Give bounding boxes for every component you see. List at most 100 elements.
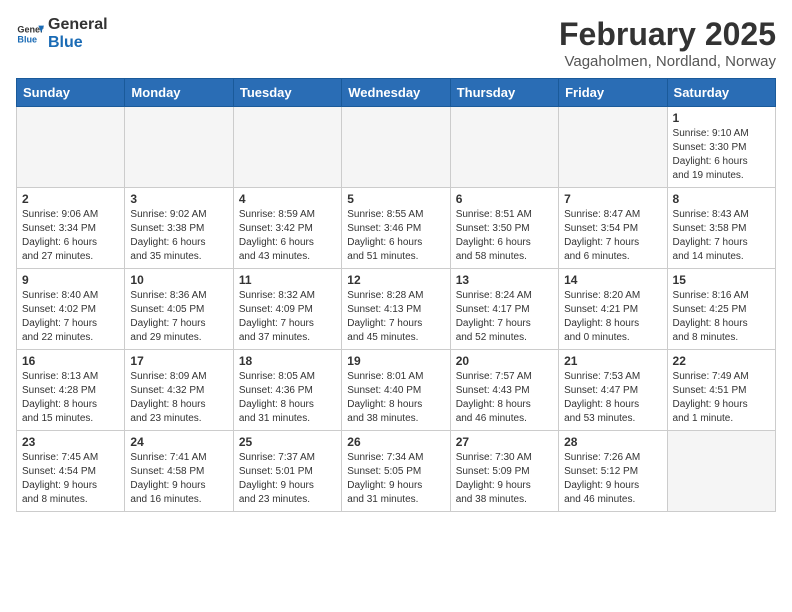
day-info: Sunrise: 8:47 AM Sunset: 3:54 PM Dayligh… — [564, 208, 661, 264]
day-number: 2 — [22, 192, 119, 206]
day-number: 13 — [456, 273, 553, 287]
day-info: Sunrise: 8:32 AM Sunset: 4:09 PM Dayligh… — [239, 289, 336, 345]
day-info: Sunrise: 8:09 AM Sunset: 4:32 PM Dayligh… — [130, 370, 227, 426]
day-info: Sunrise: 7:34 AM Sunset: 5:05 PM Dayligh… — [347, 451, 444, 507]
day-info: Sunrise: 7:37 AM Sunset: 5:01 PM Dayligh… — [239, 451, 336, 507]
calendar-cell: 9 Sunrise: 8:40 AM Sunset: 4:02 PM Daylig… — [17, 269, 125, 350]
calendar-cell: 24Sunrise: 7:41 AM Sunset: 4:58 PM Dayli… — [125, 431, 233, 512]
day-number: 23 — [22, 435, 119, 449]
day-number: 21 — [564, 354, 661, 368]
calendar-cell — [17, 107, 125, 188]
day-number: 20 — [456, 354, 553, 368]
calendar-cell — [559, 107, 667, 188]
day-number: 1 — [673, 111, 770, 125]
calendar-cell: 17 Sunrise: 8:09 AM Sunset: 4:32 PM Dayli… — [125, 350, 233, 431]
day-number: 5 — [347, 192, 444, 206]
day-number: 12 — [347, 273, 444, 287]
calendar-cell — [233, 107, 341, 188]
calendar-cell: 25Sunrise: 7:37 AM Sunset: 5:01 PM Dayli… — [233, 431, 341, 512]
header: General Blue General Blue February 2025 … — [16, 16, 776, 70]
day-info: Sunrise: 7:45 AM Sunset: 4:54 PM Dayligh… — [22, 451, 119, 507]
day-number: 11 — [239, 273, 336, 287]
day-number: 16 — [22, 354, 119, 368]
day-info: Sunrise: 8:01 AM Sunset: 4:40 PM Dayligh… — [347, 370, 444, 426]
calendar-cell: 10 Sunrise: 8:36 AM Sunset: 4:05 PM Dayli… — [125, 269, 233, 350]
day-number: 28 — [564, 435, 661, 449]
day-of-week-thursday: Thursday — [450, 79, 558, 107]
calendar-cell: 2 Sunrise: 9:06 AM Sunset: 3:34 PM Daylig… — [17, 188, 125, 269]
day-number: 4 — [239, 192, 336, 206]
week-row-5: 23 Sunrise: 7:45 AM Sunset: 4:54 PM Dayli… — [17, 431, 776, 512]
calendar-cell: 8Sunrise: 8:43 AM Sunset: 3:58 PM Daylig… — [667, 188, 775, 269]
day-number: 3 — [130, 192, 227, 206]
day-of-week-tuesday: Tuesday — [233, 79, 341, 107]
month-title: February 2025 — [559, 16, 776, 53]
day-info: Sunrise: 7:57 AM Sunset: 4:43 PM Dayligh… — [456, 370, 553, 426]
calendar-cell: 11 Sunrise: 8:32 AM Sunset: 4:09 PM Dayli… — [233, 269, 341, 350]
calendar-cell: 5 Sunrise: 8:55 AM Sunset: 3:46 PM Daylig… — [342, 188, 450, 269]
day-info: Sunrise: 9:10 AM Sunset: 3:30 PM Dayligh… — [673, 127, 770, 183]
calendar-cell — [667, 431, 775, 512]
day-number: 9 — [22, 273, 119, 287]
day-number: 27 — [456, 435, 553, 449]
logo-blue: Blue — [48, 34, 108, 52]
logo: General Blue General Blue — [16, 16, 108, 51]
day-of-week-wednesday: Wednesday — [342, 79, 450, 107]
week-row-2: 2 Sunrise: 9:06 AM Sunset: 3:34 PM Daylig… — [17, 188, 776, 269]
day-info: Sunrise: 7:26 AM Sunset: 5:12 PM Dayligh… — [564, 451, 661, 507]
calendar-cell: 19 Sunrise: 8:01 AM Sunset: 4:40 PM Dayli… — [342, 350, 450, 431]
calendar-cell: 1 Sunrise: 9:10 AM Sunset: 3:30 PM Daylig… — [667, 107, 775, 188]
day-of-week-friday: Friday — [559, 79, 667, 107]
day-info: Sunrise: 9:02 AM Sunset: 3:38 PM Dayligh… — [130, 208, 227, 264]
calendar-cell: 12 Sunrise: 8:28 AM Sunset: 4:13 PM Dayli… — [342, 269, 450, 350]
calendar-cell: 21 Sunrise: 7:53 AM Sunset: 4:47 PM Dayli… — [559, 350, 667, 431]
logo-icon: General Blue — [16, 20, 44, 48]
day-info: Sunrise: 8:20 AM Sunset: 4:21 PM Dayligh… — [564, 289, 661, 345]
calendar-cell: 22 Sunrise: 7:49 AM Sunset: 4:51 PM Dayli… — [667, 350, 775, 431]
day-info: Sunrise: 7:30 AM Sunset: 5:09 PM Dayligh… — [456, 451, 553, 507]
day-info: Sunrise: 9:06 AM Sunset: 3:34 PM Dayligh… — [22, 208, 119, 264]
day-number: 6 — [456, 192, 553, 206]
day-number: 22 — [673, 354, 770, 368]
calendar-cell — [450, 107, 558, 188]
day-info: Sunrise: 8:28 AM Sunset: 4:13 PM Dayligh… — [347, 289, 444, 345]
day-number: 26 — [347, 435, 444, 449]
day-info: Sunrise: 8:51 AM Sunset: 3:50 PM Dayligh… — [456, 208, 553, 264]
calendar-cell: 26 Sunrise: 7:34 AM Sunset: 5:05 PM Dayli… — [342, 431, 450, 512]
calendar-cell — [342, 107, 450, 188]
day-info: Sunrise: 7:49 AM Sunset: 4:51 PM Dayligh… — [673, 370, 770, 426]
day-number: 10 — [130, 273, 227, 287]
day-info: Sunrise: 8:13 AM Sunset: 4:28 PM Dayligh… — [22, 370, 119, 426]
day-number: 17 — [130, 354, 227, 368]
day-number: 18 — [239, 354, 336, 368]
day-number: 15 — [673, 273, 770, 287]
calendar-cell: 27 Sunrise: 7:30 AM Sunset: 5:09 PM Dayli… — [450, 431, 558, 512]
calendar-cell: 20 Sunrise: 7:57 AM Sunset: 4:43 PM Dayli… — [450, 350, 558, 431]
calendar-cell: 7 Sunrise: 8:47 AM Sunset: 3:54 PM Daylig… — [559, 188, 667, 269]
calendar-cell: 6 Sunrise: 8:51 AM Sunset: 3:50 PM Daylig… — [450, 188, 558, 269]
calendar-cell — [125, 107, 233, 188]
day-of-week-monday: Monday — [125, 79, 233, 107]
day-of-week-saturday: Saturday — [667, 79, 775, 107]
day-info: Sunrise: 7:53 AM Sunset: 4:47 PM Dayligh… — [564, 370, 661, 426]
logo-general: General — [48, 16, 108, 34]
calendar-cell: 23 Sunrise: 7:45 AM Sunset: 4:54 PM Dayli… — [17, 431, 125, 512]
calendar-cell: 16 Sunrise: 8:13 AM Sunset: 4:28 PM Dayli… — [17, 350, 125, 431]
day-info: Sunrise: 8:24 AM Sunset: 4:17 PM Dayligh… — [456, 289, 553, 345]
day-number: 7 — [564, 192, 661, 206]
day-info: Sunrise: 8:36 AM Sunset: 4:05 PM Dayligh… — [130, 289, 227, 345]
title-area: February 2025 Vagaholmen, Nordland, Norw… — [559, 16, 776, 70]
day-of-week-sunday: Sunday — [17, 79, 125, 107]
day-info: Sunrise: 8:59 AM Sunset: 3:42 PM Dayligh… — [239, 208, 336, 264]
day-info: Sunrise: 8:05 AM Sunset: 4:36 PM Dayligh… — [239, 370, 336, 426]
day-info: Sunrise: 8:40 AM Sunset: 4:02 PM Dayligh… — [22, 289, 119, 345]
day-info: Sunrise: 8:16 AM Sunset: 4:25 PM Dayligh… — [673, 289, 770, 345]
calendar-cell: 28 Sunrise: 7:26 AM Sunset: 5:12 PM Dayli… — [559, 431, 667, 512]
svg-text:Blue: Blue — [17, 34, 37, 44]
calendar-cell: 4 Sunrise: 8:59 AM Sunset: 3:42 PM Daylig… — [233, 188, 341, 269]
day-number: 19 — [347, 354, 444, 368]
week-row-1: 1 Sunrise: 9:10 AM Sunset: 3:30 PM Daylig… — [17, 107, 776, 188]
day-info: Sunrise: 8:55 AM Sunset: 3:46 PM Dayligh… — [347, 208, 444, 264]
week-row-4: 16 Sunrise: 8:13 AM Sunset: 4:28 PM Dayli… — [17, 350, 776, 431]
calendar-cell: 3 Sunrise: 9:02 AM Sunset: 3:38 PM Daylig… — [125, 188, 233, 269]
